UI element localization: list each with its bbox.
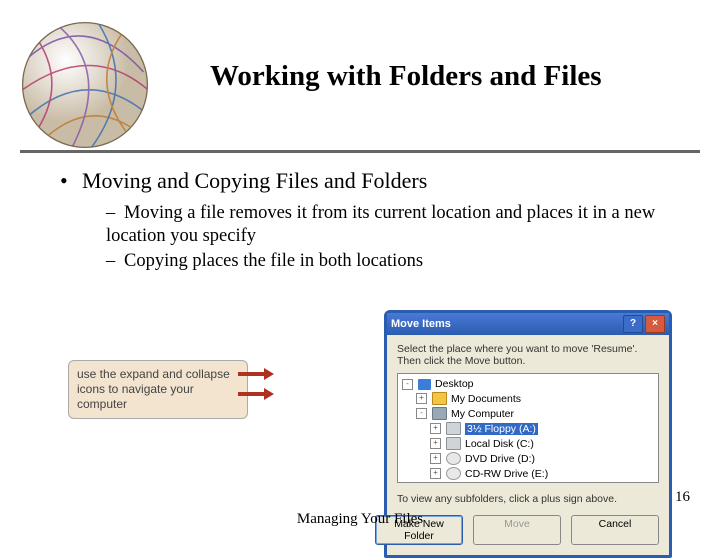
- collapse-icon[interactable]: -: [402, 379, 413, 390]
- desktop-icon: [418, 379, 431, 390]
- footer-caption: Managing Your Files: [0, 511, 720, 528]
- collapse-icon[interactable]: -: [416, 408, 427, 419]
- bullet-dot-icon: •: [60, 168, 82, 194]
- bullet-level2: –Copying places the file in both locatio…: [106, 250, 680, 273]
- tree-label: Local Disk (C:): [465, 438, 534, 450]
- close-button[interactable]: ×: [645, 315, 665, 333]
- drive-icon: [446, 422, 461, 435]
- folder-tree[interactable]: - Desktop + My Documents - My Computer +3½ …: [397, 373, 659, 483]
- bullet-level1: •Moving and Copying Files and Folders: [60, 168, 680, 194]
- expand-icon[interactable]: +: [430, 423, 441, 434]
- drive-icon: [446, 437, 461, 450]
- disc-icon: [446, 467, 461, 480]
- expand-icon[interactable]: +: [430, 468, 441, 479]
- computer-icon: [432, 407, 447, 420]
- slide: Working with Folders and Files •Moving a…: [0, 0, 720, 540]
- tree-label: DVD Drive (D:): [465, 453, 535, 465]
- tree-node-floppy[interactable]: +3½ Floppy (A:): [402, 421, 654, 436]
- tree-node-desktop[interactable]: - Desktop: [402, 377, 654, 391]
- slide-body: •Moving and Copying Files and Folders –M…: [60, 168, 680, 275]
- disc-icon: [446, 452, 461, 465]
- slide-title: Working with Folders and Files: [210, 60, 602, 93]
- tree-label: My Computer: [451, 408, 514, 420]
- dash-icon: –: [106, 202, 124, 225]
- callout-arrow-icon: [238, 366, 274, 406]
- help-button[interactable]: ?: [623, 315, 643, 333]
- bullet-level1-text: Moving and Copying Files and Folders: [82, 168, 427, 193]
- dialog-hint: To view any subfolders, click a plus sig…: [387, 489, 669, 513]
- dialog-instruction: Select the place where you want to move …: [387, 335, 669, 373]
- help-icon: ?: [630, 319, 636, 329]
- dash-icon: –: [106, 250, 124, 273]
- expand-icon[interactable]: +: [430, 453, 441, 464]
- expand-icon[interactable]: +: [416, 393, 427, 404]
- tree-node-cdrw[interactable]: + CD-RW Drive (E:): [402, 466, 654, 481]
- bullet-level2: –Moving a file removes it from its curre…: [106, 202, 680, 248]
- tree-label: Desktop: [435, 378, 474, 390]
- tree-node-dvd[interactable]: + DVD Drive (D:): [402, 451, 654, 466]
- header-divider: [20, 150, 700, 153]
- tree-node-mydocs[interactable]: + My Documents: [402, 391, 654, 406]
- tree-label: 3½ Floppy (A:): [465, 423, 538, 435]
- decorative-sphere-image: [20, 20, 150, 150]
- bullet-level2b-text: Copying places the file in both location…: [124, 251, 423, 271]
- tree-label: My Documents: [451, 393, 521, 405]
- tree-label: Zip 100 (F:): [465, 483, 519, 484]
- dialog-title: Move Items: [391, 318, 451, 330]
- drive-icon: [446, 482, 461, 483]
- dialog-titlebar: Move Items ? ×: [387, 313, 669, 335]
- close-icon: ×: [652, 319, 658, 329]
- bullet-level2a-text: Moving a file removes it from its curren…: [106, 203, 655, 246]
- tree-node-localc[interactable]: + Local Disk (C:): [402, 436, 654, 451]
- callout-text: use the expand and collapse icons to nav…: [77, 367, 230, 411]
- tree-label: CD-RW Drive (E:): [465, 468, 548, 480]
- tree-node-mycomp[interactable]: - My Computer: [402, 406, 654, 421]
- tree-node-zip[interactable]: +Zip 100 (F:): [402, 481, 654, 483]
- slide-header: Working with Folders and Files: [20, 20, 700, 138]
- callout-box: use the expand and collapse icons to nav…: [68, 360, 248, 419]
- page-number: 16: [675, 489, 690, 506]
- folder-icon: [432, 392, 447, 405]
- expand-icon[interactable]: +: [430, 438, 441, 449]
